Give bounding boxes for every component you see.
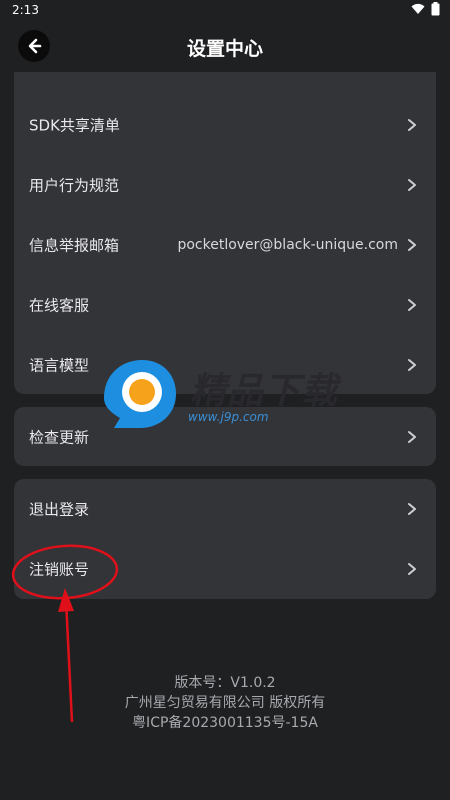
battery-icon <box>431 2 440 16</box>
row-label: 在线客服 <box>29 296 90 315</box>
chevron-right-icon <box>408 119 416 131</box>
row-label: 退出登录 <box>29 500 90 519</box>
chevron-right-icon <box>408 359 416 371</box>
chevron-right-icon <box>408 239 416 251</box>
status-icons <box>411 2 440 16</box>
row-label: SDK共享清单 <box>29 116 120 135</box>
settings-row-report-email[interactable]: 信息举报邮箱 pocketlover@black-unique.com <box>14 215 436 275</box>
watermark-brand: 精品下载 <box>190 371 339 412</box>
chevron-right-icon <box>408 503 416 515</box>
row-label: 注销账号 <box>29 560 90 579</box>
page-title: 设置中心 <box>186 38 263 60</box>
settings-row-logout[interactable]: 退出登录 <box>14 479 436 539</box>
settings-group-general: SDK共享清单 用户行为规范 信息举报邮箱 pocketlover@black-… <box>14 72 436 394</box>
footer-company: 广州星匀贸易有限公司 版权所有 <box>124 695 326 711</box>
settings-row-online-support[interactable]: 在线客服 <box>14 275 436 335</box>
watermark-logo-icon <box>104 360 176 428</box>
wifi-icon <box>411 3 425 15</box>
chevron-right-icon <box>408 299 416 311</box>
report-email-value: pocketlover@black-unique.com <box>177 237 398 253</box>
row-label: 用户行为规范 <box>29 176 120 195</box>
status-time: 2:13 <box>12 3 39 17</box>
row-label: 语言模型 <box>29 356 90 375</box>
settings-row-sdk-list[interactable]: SDK共享清单 <box>14 95 436 155</box>
footer-version: 版本号：V1.0.2 <box>174 675 276 691</box>
chevron-right-icon <box>408 430 416 443</box>
settings-row-delete-account[interactable]: 注销账号 <box>14 539 436 599</box>
settings-row-user-conduct[interactable]: 用户行为规范 <box>14 155 436 215</box>
footer-icp: 粤ICP备2023001135号-15A <box>132 715 318 731</box>
watermark: 精品下载 www.j9p.com <box>98 358 350 434</box>
chevron-right-icon <box>408 563 416 575</box>
chevron-right-icon <box>408 179 416 191</box>
row-label: 信息举报邮箱 <box>29 236 120 255</box>
settings-group-account: 退出登录 注销账号 <box>14 479 436 599</box>
row-label: 检查更新 <box>29 428 90 446</box>
header: 设置中心 <box>0 24 450 70</box>
watermark-url: www.j9p.com <box>188 410 269 424</box>
status-bar: 2:13 <box>0 0 450 22</box>
